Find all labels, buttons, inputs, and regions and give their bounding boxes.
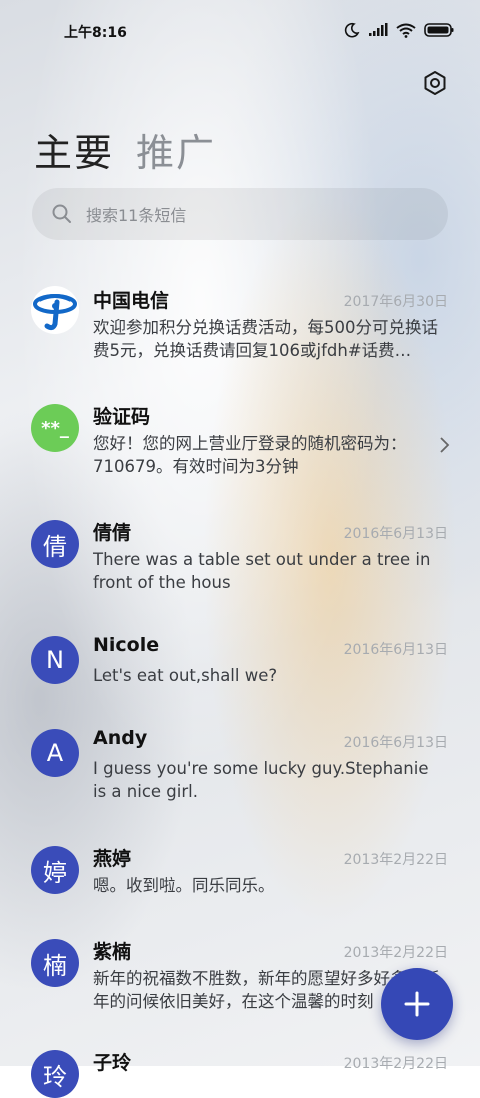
settings-button[interactable]	[420, 68, 450, 98]
message-preview: 欢迎参加积分兑换话费活动，每500分可兑换话费5元，兑换话费请回复106或jfd…	[93, 318, 438, 360]
sender-name: 倩倩	[93, 522, 132, 544]
moon-icon	[344, 22, 360, 38]
message-date: 2016年6月13日	[343, 526, 448, 542]
message-preview: 您好！您的网上营业厅登录的随机密码为：710679。有效时间为3分钟	[93, 434, 407, 476]
settings-hexagon-icon	[424, 71, 446, 95]
chevron-right-icon[interactable]	[438, 436, 450, 454]
avatar: 玲	[31, 1050, 79, 1098]
message-preview: There was a table set out under a tree i…	[93, 550, 431, 592]
sender-name: Andy	[93, 727, 148, 749]
message-date: 2013年2月22日	[343, 852, 448, 868]
sender-name: 紫楠	[93, 941, 132, 963]
message-date: 2013年2月22日	[343, 945, 448, 961]
message-date: 2016年6月13日	[343, 735, 448, 751]
category-tabs: 主要 推广	[34, 122, 216, 177]
avatar: 倩	[31, 520, 79, 568]
sender-name: 中国电信	[93, 290, 170, 312]
message-preview: Let's eat out,shall we?	[93, 666, 278, 685]
message-preview: I guess you're some lucky guy.Stephanie …	[93, 759, 429, 801]
status-icons	[344, 22, 454, 38]
avatar: 婷	[31, 846, 79, 894]
sender-name: 子玲	[93, 1052, 132, 1074]
search-bar[interactable]: 搜索11条短信	[32, 188, 448, 240]
battery-icon	[424, 23, 454, 37]
wifi-icon	[396, 23, 416, 38]
china-telecom-logo-icon	[33, 294, 77, 331]
tab-promotions[interactable]: 推广	[136, 122, 216, 177]
search-icon	[52, 204, 71, 223]
avatar: N	[31, 636, 79, 684]
tab-primary[interactable]: 主要	[34, 122, 114, 177]
sender-name: Nicole	[93, 634, 160, 656]
message-preview: 嗯。收到啦。同乐同乐。	[93, 876, 275, 895]
search-placeholder: 搜索11条短信	[86, 206, 187, 225]
signal-icon	[369, 23, 388, 36]
verification-code-avatar: **_	[31, 404, 79, 452]
message-date: 2017年6月30日	[343, 294, 448, 310]
plus-icon	[404, 991, 430, 1017]
china-telecom-logo	[31, 286, 79, 334]
avatar: A	[31, 729, 79, 777]
message-date: 2016年6月13日	[343, 642, 448, 658]
new-message-button[interactable]	[381, 968, 453, 1040]
message-date: 2013年2月22日	[343, 1056, 448, 1072]
sender-name: 燕婷	[93, 848, 132, 870]
sender-name: 验证码	[93, 406, 151, 428]
status-time: 上午8:16	[64, 25, 127, 41]
avatar: 楠	[31, 939, 79, 987]
status-bar: 上午8:16	[0, 0, 480, 62]
